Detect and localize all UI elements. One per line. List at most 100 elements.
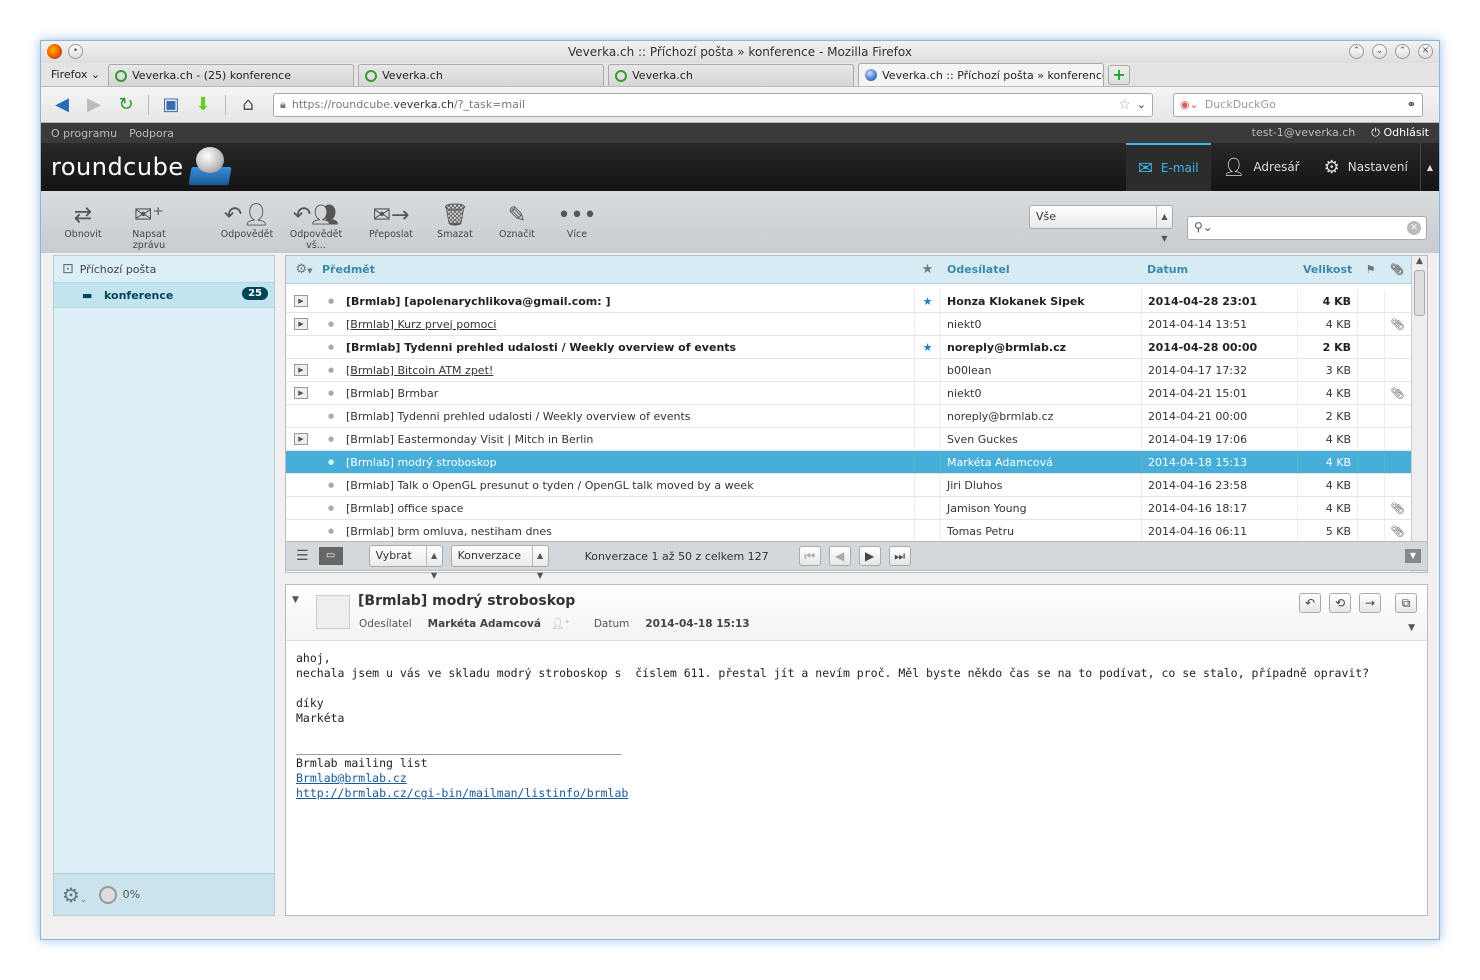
close-button[interactable]: ✕ <box>1418 44 1433 59</box>
search-reset-icon[interactable]: ✕ <box>1407 221 1421 235</box>
column-flag-icon[interactable]: ⚑ <box>1357 263 1384 276</box>
maximize-button[interactable]: ⌃ <box>1395 44 1410 59</box>
browser-tab-1[interactable]: Veverka.ch - (25) konference <box>108 64 355 86</box>
list-email-link[interactable]: Brmlab@brmlab.cz <box>296 771 407 785</box>
expand-thread-icon[interactable]: ▶ <box>294 433 308 445</box>
table-row-selected[interactable]: ● [Brmlab] modrý stroboskop Markéta Adamco… <box>286 451 1412 474</box>
column-from[interactable]: Odesílatel <box>941 263 1141 276</box>
home-icon[interactable]: ⌂ <box>235 92 261 118</box>
table-row[interactable]: ● [Brmlab] Tydenni prehled udalosti / Wee… <box>286 336 1412 359</box>
nav-email[interactable]: ✉ E-mail <box>1125 143 1211 191</box>
collapse-preview-icon[interactable]: ▼ <box>1405 549 1421 563</box>
add-contact-icon[interactable]: 👤︎⁺ <box>551 617 570 630</box>
next-page-icon[interactable]: ▶ <box>858 546 881 566</box>
browser-tab-4[interactable]: Veverka.ch :: Příchozí pošta » konferenc… <box>858 63 1105 86</box>
table-row[interactable]: ● [Brmlab] Tydenni prehled udalosti / Wee… <box>286 405 1412 428</box>
list-options-gear-icon[interactable]: ⚙▼ <box>286 262 322 277</box>
mark-button[interactable]: ✎ Označit <box>485 203 549 240</box>
open-in-window-icon[interactable]: ⧉ <box>1395 593 1417 613</box>
prev-page-icon[interactable]: ◀ <box>828 546 851 566</box>
browser-tab-3[interactable]: Veverka.ch <box>608 64 855 86</box>
reload-button[interactable]: ↻ <box>113 92 139 118</box>
folder-settings-gear-icon[interactable]: ⚙⌄ <box>62 883 87 907</box>
scroll-thumb[interactable] <box>1414 270 1425 316</box>
thread-view-icon[interactable]: ▭ <box>318 547 343 565</box>
more-headers-icon[interactable]: ▼ <box>1408 623 1415 633</box>
header-toggle-icon[interactable]: ▼ <box>292 595 299 605</box>
more-button[interactable]: ••• Více <box>545 203 609 240</box>
window-menu-button[interactable]: • <box>68 44 83 59</box>
firefox-menu-button[interactable]: Firefox ⌄ <box>45 64 106 86</box>
message-rows: ▶ ● [Brmlab] [apolenarychlikova@gmail.com:… <box>286 290 1412 543</box>
nav-addressbook[interactable]: 👤︎ Adresář <box>1211 143 1312 191</box>
reply-all-button[interactable]: ↶👥︎ Odpovědět vš... <box>279 203 353 251</box>
refresh-button[interactable]: ⇄ Obnovit <box>51 203 115 240</box>
threads-dropdown[interactable]: Konverzace ▲ ▼ <box>450 545 549 580</box>
folder-konference[interactable]: ▬ konference 25 <box>54 282 274 308</box>
compose-button[interactable]: ✉⁺ Napsat zprávu <box>117 203 181 251</box>
expand-thread-icon[interactable]: ▶ <box>294 364 308 376</box>
nav-menu-arrow[interactable]: ▲ <box>1419 143 1439 191</box>
status-dot-icon: ● <box>327 366 335 374</box>
mail-search-input[interactable]: ⚲⌄ ✕ <box>1187 216 1427 240</box>
column-subject[interactable]: Předmět <box>322 263 914 276</box>
last-page-icon[interactable]: ⏭ <box>888 546 911 566</box>
list-view-icon[interactable]: ☰ <box>296 548 309 564</box>
scroll-up-icon[interactable]: ▲ <box>1412 256 1427 266</box>
logout-button[interactable]: ⏻ Odhlásit <box>1371 126 1429 140</box>
status-dot-icon: ● <box>327 435 335 443</box>
first-page-icon[interactable]: ⏮ <box>798 546 821 566</box>
url-dropdown-icon[interactable]: ⌄ <box>1137 98 1146 111</box>
keep-above-button[interactable]: ⌃ <box>1349 44 1364 59</box>
table-row[interactable]: ▶ ● [Brmlab] Brmbar niekt0 2014-04-21 15:01 4… <box>286 382 1412 405</box>
support-link[interactable]: Podpora <box>129 127 174 140</box>
table-row[interactable]: ● [Brmlab] Talk o OpenGL presunut o tyden… <box>286 474 1412 497</box>
table-row[interactable]: ▶ ● [Brmlab] Bitcoin ATM zpet! b00lean 2014-… <box>286 359 1412 382</box>
preview-forward-icon[interactable]: → <box>1359 593 1381 613</box>
nav-settings[interactable]: ⚙ Nastavení <box>1312 143 1420 191</box>
preview-reply-icon[interactable]: ↶ <box>1299 593 1321 613</box>
url-bar[interactable]: 🔒︎ https://roundcube. veverka.ch/?_task=m… <box>273 92 1153 117</box>
expand-thread-icon[interactable]: ▶ <box>294 387 308 399</box>
search-icon: ⚲⌄ <box>1194 220 1213 234</box>
reply-button[interactable]: ↶👤︎ Odpovědět <box>215 203 279 240</box>
back-button[interactable]: ◀ <box>49 92 75 118</box>
bookmark-star-icon[interactable]: ☆ <box>1118 97 1131 113</box>
table-row[interactable]: ▶ ● [Brmlab] Kurz prvej pomoci niekt0 2014-0… <box>286 313 1412 336</box>
binoculars-icon[interactable]: ⚭ <box>1407 98 1416 111</box>
folder-inbox[interactable]: ⊡ Příchozí pošta <box>54 256 274 282</box>
new-tab-button[interactable]: + <box>1108 65 1131 85</box>
sender-avatar <box>316 595 350 629</box>
status-dot-icon: ● <box>327 504 335 512</box>
flagged-star-icon[interactable]: ★ <box>914 290 941 312</box>
bookmarks-icon[interactable]: ▣ <box>158 92 184 118</box>
expand-thread-icon[interactable]: ▶ <box>294 318 308 330</box>
table-row[interactable]: ▶ ● [Brmlab] [apolenarychlikova@gmail.com:… <box>286 290 1412 313</box>
status-dot-icon: ● <box>327 297 335 305</box>
select-dropdown[interactable]: Vybrat ▲ ▼ <box>368 545 443 580</box>
browser-tab-2[interactable]: Veverka.ch <box>358 64 605 86</box>
flagged-star-icon[interactable]: ★ <box>914 336 941 358</box>
message-list-scrollbar[interactable]: ▲ <box>1411 256 1427 572</box>
minimize-button[interactable]: ⌄ <box>1372 44 1387 59</box>
filter-select[interactable]: Vše ▲ ▼ <box>1029 205 1173 243</box>
expand-thread-icon[interactable]: ▶ <box>294 295 308 307</box>
preview-reply-all-icon[interactable]: ⟲ <box>1329 593 1351 613</box>
about-link[interactable]: O programu <box>51 127 117 140</box>
column-size[interactable]: Velikost <box>1297 263 1357 276</box>
forward-button[interactable]: ▶ <box>81 92 107 118</box>
browser-search-bar[interactable]: ◉⌄ DuckDuckGo ⚭ <box>1173 92 1423 117</box>
forward-button-mail[interactable]: ✉→ Přeposlat <box>359 203 423 240</box>
table-row[interactable]: ● [Brmlab] brm omluva, nestiham dnes Tomas… <box>286 520 1412 543</box>
column-date[interactable]: Datum <box>1141 263 1297 276</box>
person-icon: 👤︎ <box>1222 156 1246 178</box>
download-icon[interactable]: ⬇ <box>190 92 216 118</box>
table-row[interactable]: ● [Brmlab] office space Jamison Young 2014-… <box>286 497 1412 520</box>
table-row[interactable]: ▶ ● [Brmlab] Eastermonday Visit | Mitch in… <box>286 428 1412 451</box>
forward-icon: ✉→ <box>372 203 410 228</box>
list-url-link[interactable]: http://brmlab.cz/cgi-bin/mailman/listinf… <box>296 786 628 800</box>
column-attachment-icon[interactable]: 📎︎ <box>1384 263 1410 276</box>
column-flag-star-icon[interactable]: ★ <box>914 262 941 277</box>
delete-button[interactable]: 🗑︎ Smazat <box>423 203 487 240</box>
sender-name[interactable]: Markéta Adamcová <box>428 618 541 630</box>
